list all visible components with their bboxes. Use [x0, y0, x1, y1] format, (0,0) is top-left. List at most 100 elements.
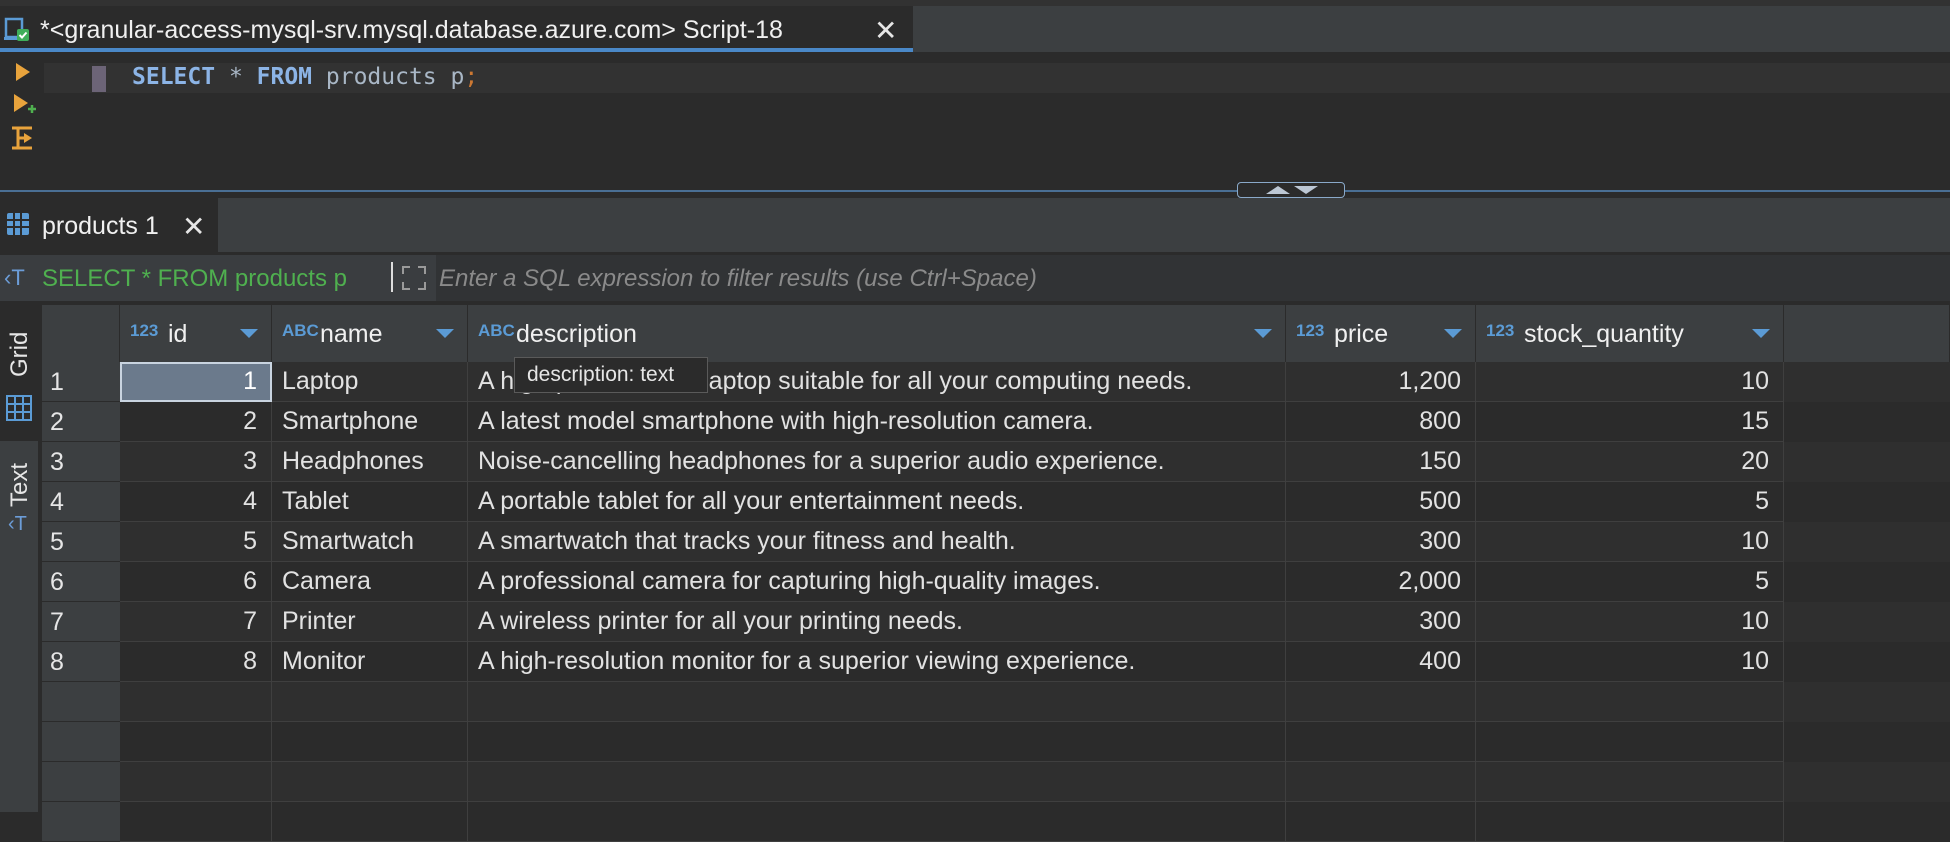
tab-products-1[interactable]: products 1 ✕ — [0, 198, 218, 252]
cell-id[interactable]: 1 — [120, 362, 272, 402]
sql-query-text[interactable]: SELECT * FROM products p; — [132, 64, 478, 90]
cell-id[interactable]: 6 — [120, 562, 272, 602]
cell-price[interactable] — [1286, 762, 1476, 802]
filter-expression-input[interactable] — [437, 255, 1950, 303]
cell-price[interactable]: 400 — [1286, 642, 1476, 682]
column-header-price[interactable]: 123 price — [1286, 305, 1476, 362]
row-number[interactable] — [42, 762, 120, 802]
cell-description[interactable] — [468, 802, 1286, 842]
cell-description[interactable]: A wireless printer for all your printing… — [468, 602, 1286, 642]
cell-price[interactable]: 300 — [1286, 522, 1476, 562]
row-number[interactable]: 3 — [42, 442, 120, 482]
cell-price[interactable]: 500 — [1286, 482, 1476, 522]
cell-stock-quantity[interactable] — [1476, 802, 1784, 842]
close-icon[interactable]: ✕ — [182, 210, 205, 243]
cell-name[interactable]: Smartwatch — [272, 522, 468, 562]
empty-row[interactable] — [42, 802, 1950, 842]
cell-name[interactable]: Monitor — [272, 642, 468, 682]
cell-stock-quantity[interactable]: 5 — [1476, 482, 1784, 522]
cell-description[interactable]: A portable tablet for all your entertain… — [468, 482, 1286, 522]
cell-description[interactable] — [468, 722, 1286, 762]
cell-description[interactable]: A high-resolution monitor for a superior… — [468, 642, 1286, 682]
cell-stock-quantity[interactable]: 15 — [1476, 402, 1784, 442]
sort-dropdown-icon[interactable] — [1444, 329, 1462, 338]
row-number[interactable] — [42, 682, 120, 722]
tab-grid[interactable]: Grid — [0, 301, 38, 441]
cell-id[interactable] — [120, 722, 272, 762]
play-icon[interactable] — [8, 58, 36, 86]
row-number[interactable]: 5 — [42, 522, 120, 562]
sort-dropdown-icon[interactable] — [436, 329, 454, 338]
cell-id[interactable]: 8 — [120, 642, 272, 682]
row-number[interactable] — [42, 802, 120, 842]
column-header-description[interactable]: ABC description — [468, 305, 1286, 362]
cell-description[interactable]: A smartwatch that tracks your fitness an… — [468, 522, 1286, 562]
cell-price[interactable]: 300 — [1286, 602, 1476, 642]
table-row[interactable]: 7 7 Printer A wireless printer for all your… — [42, 602, 1950, 642]
cell-description[interactable] — [468, 762, 1286, 802]
cell-price[interactable] — [1286, 802, 1476, 842]
expand-icon[interactable] — [400, 264, 428, 292]
table-row[interactable]: 3 3 Headphones Noise-cancelling headphones … — [42, 442, 1950, 482]
cell-id[interactable]: 3 — [120, 442, 272, 482]
editor-tab-script-18[interactable]: *<granular-access-mysql-srv.mysql.databa… — [0, 6, 913, 52]
cell-id[interactable]: 4 — [120, 482, 272, 522]
cell-price[interactable]: 150 — [1286, 442, 1476, 482]
cell-name[interactable]: Headphones — [272, 442, 468, 482]
table-row[interactable]: 8 8 Monitor A high-resolution monitor for a… — [42, 642, 1950, 682]
cell-name[interactable]: Tablet — [272, 482, 468, 522]
row-number[interactable]: 4 — [42, 482, 120, 522]
column-header-stock-quantity[interactable]: 123 stock_quantity — [1476, 305, 1784, 362]
play-plus-icon[interactable] — [8, 90, 36, 118]
row-number[interactable]: 7 — [42, 602, 120, 642]
active-query-box[interactable]: ‹T SELECT * FROM products p — [0, 255, 436, 301]
cell-name[interactable] — [272, 762, 468, 802]
cell-id[interactable] — [120, 802, 272, 842]
cell-id[interactable] — [120, 762, 272, 802]
cell-name[interactable] — [272, 802, 468, 842]
row-number[interactable]: 6 — [42, 562, 120, 602]
cell-description[interactable]: A professional camera for capturing high… — [468, 562, 1286, 602]
close-icon[interactable]: ✕ — [874, 14, 897, 47]
cell-price[interactable]: 2,000 — [1286, 562, 1476, 602]
row-number[interactable]: 8 — [42, 642, 120, 682]
cell-id[interactable]: 2 — [120, 402, 272, 442]
sort-dropdown-icon[interactable] — [240, 329, 258, 338]
table-row[interactable]: 6 6 Camera A professional camera for captur… — [42, 562, 1950, 602]
cell-name[interactable] — [272, 682, 468, 722]
explain-plan-icon[interactable] — [8, 124, 36, 152]
row-number[interactable] — [42, 722, 120, 762]
table-row[interactable]: 2 2 Smartphone A latest model smartphone wi… — [42, 402, 1950, 442]
empty-row[interactable] — [42, 682, 1950, 722]
table-row[interactable]: 4 4 Tablet A portable tablet for all your e… — [42, 482, 1950, 522]
sort-dropdown-icon[interactable] — [1254, 329, 1272, 338]
cell-stock-quantity[interactable]: 10 — [1476, 642, 1784, 682]
column-header-name[interactable]: ABC name — [272, 305, 468, 362]
cell-name[interactable] — [272, 722, 468, 762]
cell-stock-quantity[interactable] — [1476, 682, 1784, 722]
row-number[interactable]: 2 — [42, 402, 120, 442]
table-row[interactable]: 1 1 Laptop A high-performance laptop suitab… — [42, 362, 1950, 402]
empty-row[interactable] — [42, 722, 1950, 762]
cell-stock-quantity[interactable]: 10 — [1476, 362, 1784, 402]
cell-description[interactable]: Noise-cancelling headphones for a superi… — [468, 442, 1286, 482]
cell-stock-quantity[interactable] — [1476, 762, 1784, 802]
row-number[interactable]: 1 — [42, 362, 120, 402]
empty-row[interactable] — [42, 762, 1950, 802]
cell-id[interactable]: 5 — [120, 522, 272, 562]
cell-price[interactable]: 800 — [1286, 402, 1476, 442]
cell-name[interactable]: Camera — [272, 562, 468, 602]
cell-description[interactable]: A latest model smartphone with high-reso… — [468, 402, 1286, 442]
cell-stock-quantity[interactable] — [1476, 722, 1784, 762]
cell-name[interactable]: Smartphone — [272, 402, 468, 442]
cell-price[interactable] — [1286, 722, 1476, 762]
cell-price[interactable] — [1286, 682, 1476, 722]
sort-dropdown-icon[interactable] — [1752, 329, 1770, 338]
column-header-id[interactable]: 123 id — [120, 305, 272, 362]
cell-stock-quantity[interactable]: 20 — [1476, 442, 1784, 482]
table-row[interactable]: 5 5 Smartwatch A smartwatch that tracks you… — [42, 522, 1950, 562]
cell-name[interactable]: Laptop — [272, 362, 468, 402]
cell-id[interactable]: 7 — [120, 602, 272, 642]
cell-stock-quantity[interactable]: 10 — [1476, 522, 1784, 562]
splitter-toggle-handle[interactable] — [1237, 182, 1345, 198]
